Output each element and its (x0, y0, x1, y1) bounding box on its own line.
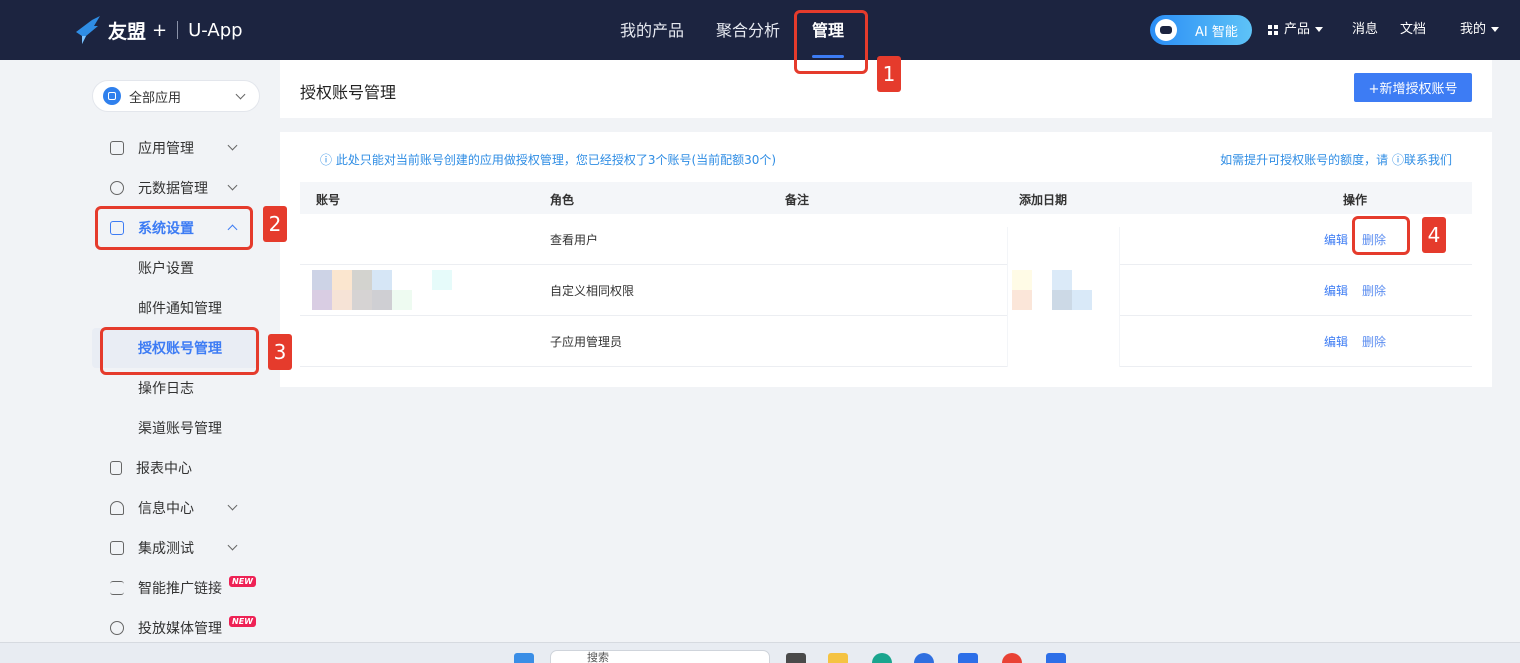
products-menu[interactable]: 产品 (1268, 0, 1324, 60)
chevron-down-icon[interactable] (227, 540, 238, 551)
user-menu-label: 我的 (1460, 22, 1487, 37)
column-actions: 操作 (1343, 193, 1368, 207)
sidebar-item-smart-links[interactable]: 智能推广链接 (110, 578, 222, 598)
role-cell: 查看用户 (550, 233, 599, 247)
new-badge: NEW (229, 616, 256, 627)
sidebar-item-media-management[interactable]: 投放媒体管理 (110, 618, 222, 638)
delete-link[interactable]: 删除 (1362, 333, 1386, 350)
annotation-box-4 (1352, 216, 1410, 255)
sidebar-item-email-notifications[interactable]: 邮件通知管理 (138, 298, 222, 318)
windows-start-icon[interactable] (514, 653, 534, 663)
sidebar-item-channel-accounts[interactable]: 渠道账号管理 (138, 418, 222, 438)
sidebar-item-label: 报表中心 (136, 461, 192, 477)
chevron-down-icon[interactable] (227, 500, 238, 511)
product-name: U-App (188, 19, 243, 41)
sidebar-item-label: 应用管理 (138, 141, 194, 157)
edit-link[interactable]: 编辑 (1324, 231, 1348, 248)
accounts-card: ⓘ 此处只能对当前账号创建的应用做授权管理，您已经授权了3个账号(当前配额30个… (280, 132, 1492, 387)
chevron-down-icon (235, 89, 246, 100)
task-view-icon[interactable] (786, 653, 806, 663)
user-menu[interactable]: 我的 (1460, 0, 1500, 60)
taskbar-search[interactable]: 搜索 (550, 650, 770, 663)
account-redacted-image (312, 270, 412, 310)
app-selector-label: 全部应用 (129, 90, 182, 106)
robot-icon (1155, 19, 1177, 41)
role-cell: 子应用管理员 (550, 335, 623, 349)
page-title: 授权账号管理 (300, 83, 397, 102)
ai-assistant-button[interactable]: AI 智能 (1150, 15, 1252, 45)
annotation-number-2: 2 (263, 206, 287, 242)
add-authorized-account-button[interactable]: +新增授权账号 (1354, 73, 1472, 102)
caret-down-icon (1315, 27, 1324, 32)
annotation-number-1: 1 (877, 56, 901, 92)
sidebar-item-account-settings[interactable]: 账户设置 (138, 258, 194, 278)
os-taskbar: 搜索 (0, 642, 1520, 663)
column-remark: 备注 (785, 193, 810, 207)
caret-down-icon (1491, 27, 1500, 32)
sidebar-item-label: 智能推广链接 (138, 581, 222, 597)
sidebar-item-label: 信息中心 (138, 501, 194, 517)
sidebar-item-integration-test[interactable]: 集成测试 (110, 538, 194, 558)
column-account: 账号 (316, 193, 341, 207)
account-redacted-image (432, 270, 452, 290)
chevron-down-icon[interactable] (227, 180, 238, 191)
list-icon (110, 141, 124, 155)
delete-link[interactable]: 删除 (1362, 282, 1386, 299)
app-icon (103, 87, 121, 105)
messages-link[interactable]: 消息 (1352, 0, 1378, 60)
app-icon[interactable] (914, 653, 934, 663)
date-redacted-image (1012, 270, 1092, 310)
chevron-down-icon[interactable] (227, 140, 238, 151)
annotation-number-3: 3 (268, 334, 292, 370)
brand-plus: + (152, 19, 168, 41)
database-icon (110, 181, 124, 195)
nav-my-products[interactable]: 我的产品 (620, 0, 684, 60)
annotation-box-2 (95, 206, 253, 250)
new-badge: NEW (229, 576, 256, 587)
table-header: 账号 角色 备注 添加日期 操作 (300, 182, 1472, 214)
umeng-logo[interactable]: 友盟 + U-App (72, 14, 243, 46)
brand-name: 友盟 (108, 20, 147, 43)
sidebar-item-metadata-management[interactable]: 元数据管理 (110, 178, 208, 198)
annotation-box-3 (100, 327, 259, 375)
column-role: 角色 (550, 193, 575, 207)
role-cell: 自定义相同权限 (550, 284, 635, 298)
nav-aggregate-analysis[interactable]: 聚合分析 (716, 0, 780, 60)
annotation-number-4: 4 (1422, 217, 1446, 253)
apps-grid-icon (1268, 24, 1278, 35)
sidebar-item-label: 元数据管理 (138, 181, 208, 197)
app-icon[interactable] (1046, 653, 1066, 663)
app-selector[interactable]: 全部应用 (92, 80, 260, 112)
quota-notice: ⓘ 此处只能对当前账号创建的应用做授权管理，您已经授权了3个账号(当前配额30个… (320, 153, 777, 167)
report-icon (110, 461, 122, 475)
bell-icon (110, 501, 124, 515)
column-date-added: 添加日期 (1019, 193, 1068, 207)
sidebar-item-operation-log[interactable]: 操作日志 (138, 378, 194, 398)
sidebar-item-report-center[interactable]: 报表中心 (110, 458, 192, 478)
sidebar-item-label: 投放媒体管理 (138, 621, 222, 637)
edge-browser-icon[interactable] (872, 653, 892, 663)
edit-link[interactable]: 编辑 (1324, 333, 1348, 350)
chrome-browser-icon[interactable] (1002, 653, 1022, 663)
file-explorer-icon[interactable] (828, 653, 848, 663)
table-row: 自定义相同权限 编辑 删除 (300, 265, 1472, 316)
app-icon[interactable] (958, 653, 978, 663)
media-icon (110, 621, 124, 635)
products-label: 产品 (1284, 22, 1311, 37)
table-row: 查看用户 编辑 删除 (300, 214, 1472, 265)
table-row: 子应用管理员 编辑 删除 (300, 316, 1472, 367)
top-header: 友盟 + U-App 我的产品 聚合分析 管理 AI 智能 产品 消息 文档 我… (0, 0, 1520, 60)
sidebar-item-app-management[interactable]: 应用管理 (110, 138, 194, 158)
sidebar-item-info-center[interactable]: 信息中心 (110, 498, 194, 518)
logo-divider (177, 21, 179, 39)
umeng-bird-icon (76, 16, 100, 44)
annotation-box-1 (794, 10, 868, 74)
sidebar-item-label: 集成测试 (138, 541, 194, 557)
sliders-icon (110, 581, 124, 595)
ai-label: AI 智能 (1195, 24, 1238, 40)
monitor-icon (110, 541, 124, 555)
docs-link[interactable]: 文档 (1400, 0, 1426, 60)
edit-link[interactable]: 编辑 (1324, 282, 1348, 299)
contact-us-link[interactable]: 如需提升可授权账号的额度，请 ⓘ联系我们 (1220, 151, 1452, 168)
